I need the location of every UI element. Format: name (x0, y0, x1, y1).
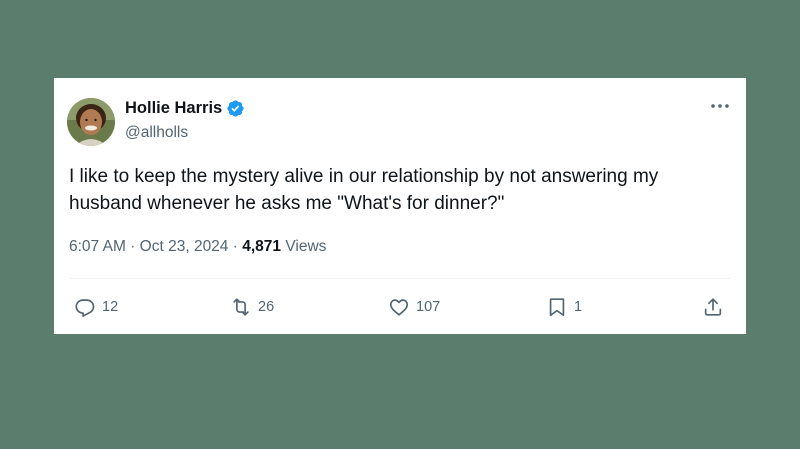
reply-icon (75, 299, 95, 317)
tweet-meta: 6:07 AM · Oct 23, 2024 · 4,871 Views (69, 238, 326, 256)
reply-button[interactable]: 12 (74, 296, 118, 318)
avatar-image (67, 98, 115, 146)
like-count: 107 (416, 299, 441, 315)
bookmark-button[interactable]: 1 (546, 296, 582, 318)
like-button[interactable]: 107 (388, 296, 440, 318)
tweet-card[interactable]: Hollie Harris @allholls I like to keep t… (54, 78, 746, 334)
author-name[interactable]: Hollie Harris (125, 99, 222, 118)
repost-icon (233, 298, 249, 316)
share-icon (704, 298, 722, 316)
meta-separator: · (232, 238, 238, 255)
views-count: 4,871 (242, 238, 282, 255)
meta-separator: · (130, 238, 136, 255)
views-label: Views (285, 238, 327, 255)
bookmark-icon (549, 298, 565, 317)
author-handle[interactable]: @allholls (125, 124, 188, 142)
tweet-time[interactable]: 6:07 AM (69, 238, 126, 255)
tweet-date[interactable]: Oct 23, 2024 (140, 238, 229, 255)
share-button[interactable] (702, 296, 724, 318)
tweet-text: I like to keep the mystery alive in our … (69, 166, 659, 214)
verified-badge-icon (226, 99, 245, 118)
avatar[interactable] (67, 98, 115, 146)
author-row: Hollie Harris (125, 99, 245, 118)
repost-button[interactable]: 26 (230, 296, 274, 318)
reply-count: 12 (102, 299, 119, 315)
bookmark-count: 1 (574, 299, 583, 315)
divider (69, 278, 731, 279)
more-icon[interactable] (708, 98, 732, 114)
repost-count: 26 (258, 299, 275, 315)
like-icon (389, 299, 409, 316)
